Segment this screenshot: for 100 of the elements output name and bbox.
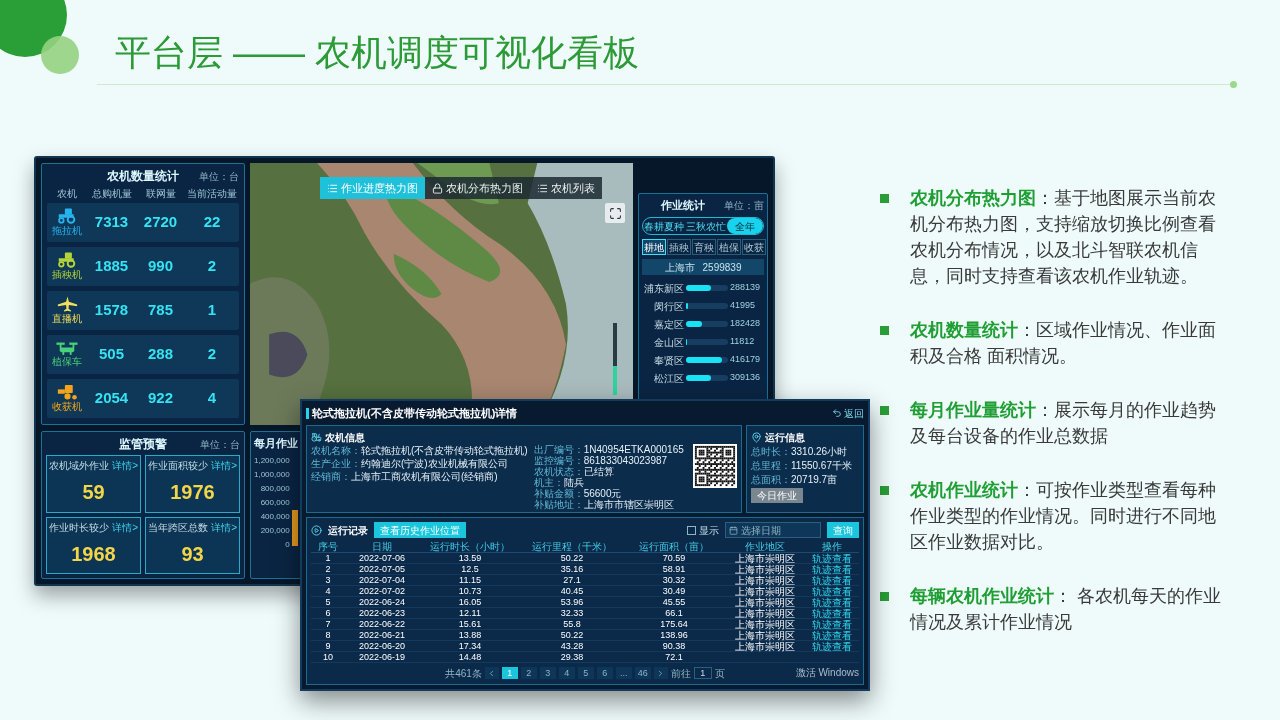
table-cell-text: 16.05	[457, 597, 483, 608]
lock-icon	[432, 182, 443, 194]
table-cell-text: 3	[324, 575, 332, 586]
slide-title: 平台层 —— 农机调度可视化看板	[115, 31, 640, 75]
table-cell-text: 13.88	[457, 630, 483, 641]
track-link[interactable]: 轨迹查看	[805, 553, 859, 564]
details-link[interactable]: 详情>	[211, 519, 237, 535]
field-label: 机主：	[533, 477, 564, 488]
table-cell-text: 上海市崇明区	[734, 586, 796, 597]
work-type-button[interactable]: 插秧	[667, 239, 691, 255]
table-cell-text: 5	[324, 597, 332, 608]
track-link[interactable]: 轨迹查看	[805, 586, 859, 597]
field-label: 补贴地址：	[533, 499, 584, 510]
active-count: 1	[206, 300, 218, 321]
panel-title: 监管预警	[119, 436, 167, 453]
axis-label: 0	[285, 539, 290, 550]
unit-label: 单位：台	[200, 437, 240, 452]
map-tab[interactable]: 农机列表	[530, 177, 602, 199]
track-link[interactable]: 轨迹查看	[805, 597, 859, 608]
field-label: 农机名称：	[311, 444, 361, 457]
details-link[interactable]: 详情>	[112, 458, 138, 473]
district-value: 182428	[730, 317, 762, 331]
column-header: 日期	[371, 540, 393, 554]
table-cell-text: 175.64	[659, 619, 689, 630]
table-cell-text: 10.73	[457, 586, 483, 597]
page-button[interactable]: 3	[539, 667, 556, 679]
list-icon	[537, 182, 548, 194]
card-value: 93	[181, 541, 204, 566]
online-count: 288	[147, 344, 174, 365]
zoom-slider[interactable]	[613, 323, 617, 395]
table-cell-text: 8	[324, 630, 332, 641]
table-cell-text: 2022-06-22	[357, 619, 406, 630]
work-type-button[interactable]: 耕地	[642, 239, 666, 255]
details-link[interactable]: 详情>	[211, 458, 237, 473]
machine-name: 直播机	[52, 313, 82, 325]
card-label: 作业时长较少	[49, 520, 109, 535]
season-option[interactable]: 春耕夏种	[643, 218, 685, 234]
machine-name: 插秧机	[52, 269, 82, 281]
today-work-button[interactable]: 今日作业	[751, 488, 803, 503]
page-button[interactable]: 46	[634, 667, 651, 679]
table-cell-text: 2022-06-19	[357, 652, 406, 663]
district-value: 309136	[730, 371, 762, 385]
track-link[interactable]: 轨迹查看	[805, 564, 859, 575]
back-button[interactable]: 返回	[832, 405, 864, 421]
district-name: 金山区	[653, 335, 684, 350]
track-link[interactable]: 轨迹查看	[805, 575, 859, 586]
page-button[interactable]: 5	[577, 667, 594, 679]
previous-page-button[interactable]	[484, 667, 499, 679]
page-button[interactable]: ...	[615, 667, 632, 679]
table-cell-text: 2022-07-06	[357, 553, 406, 564]
field-value: 陆兵	[563, 477, 584, 488]
season-option[interactable]: 全年	[727, 218, 763, 234]
list-icon	[327, 182, 338, 194]
district-name: 松江区	[653, 371, 684, 386]
play-icon	[311, 524, 322, 536]
table-cell-text: 2022-07-05	[357, 564, 406, 575]
column-header: 运行时长（小时）	[429, 540, 511, 554]
table-cell-text: 2022-06-21	[357, 630, 406, 641]
table-cell-text: 上海市崇明区	[734, 608, 796, 619]
next-page-button[interactable]	[653, 667, 668, 679]
track-link[interactable]: 轨迹查看	[805, 619, 859, 630]
work-type-button[interactable]: 育秧	[692, 239, 716, 255]
card-label: 作业面积较少	[148, 459, 208, 473]
bullet-icon	[880, 486, 889, 495]
card-label: 当年跨区总数	[148, 520, 208, 535]
date-field[interactable]: 选择日期	[725, 522, 821, 538]
details-link[interactable]: 详情>	[112, 519, 138, 535]
work-type-button[interactable]: 收获	[742, 239, 766, 255]
feature-description: 农机作业统计：可按作业类型查看每种作业类型的作业情况。同时进行不同地区作业数据对比。	[910, 479, 1217, 554]
total-count-label: 共461条	[445, 666, 482, 681]
checkbox[interactable]	[687, 525, 696, 535]
active-count: 2	[206, 256, 218, 277]
field-value: 轮式拖拉机(不含皮带传动轮式拖拉机)	[361, 444, 528, 457]
table-cell-text: 27.1	[562, 575, 582, 586]
map-tab[interactable]: 农机分布热力图	[425, 177, 530, 199]
page-button[interactable]: 6	[596, 667, 613, 679]
card-value: 1976	[170, 480, 215, 505]
tractor-icon	[311, 431, 322, 443]
section-title: 运行记录	[328, 523, 368, 538]
track-link[interactable]: 轨迹查看	[805, 630, 859, 641]
field-value: 上海市市辖区崇明区	[583, 499, 674, 510]
season-option[interactable]: 三秋农忙	[685, 218, 727, 234]
page-button[interactable]: 2	[520, 667, 537, 679]
active-count: 22	[202, 212, 222, 233]
online-count: 990	[147, 256, 174, 277]
card-value: 59	[82, 480, 105, 505]
page-button[interactable]: 4	[558, 667, 575, 679]
axis-label: 1,000,000	[254, 469, 290, 480]
track-link[interactable]: 轨迹查看	[805, 641, 859, 652]
axis-label: 400,000	[260, 511, 290, 522]
page-input[interactable]: 1	[693, 667, 712, 679]
table-cell-text: 上海市崇明区	[734, 619, 796, 630]
table-cell-text: 2022-07-02	[357, 586, 406, 597]
work-type-button[interactable]: 植保	[717, 239, 741, 255]
track-link[interactable]: 轨迹查看	[805, 608, 859, 619]
field-label: 出厂编号：	[533, 444, 584, 455]
card-label: 农机域外作业	[49, 459, 109, 473]
fullscreen-button[interactable]	[605, 203, 625, 223]
table-cell-text: 4	[324, 586, 332, 597]
active-count: 4	[206, 388, 218, 409]
